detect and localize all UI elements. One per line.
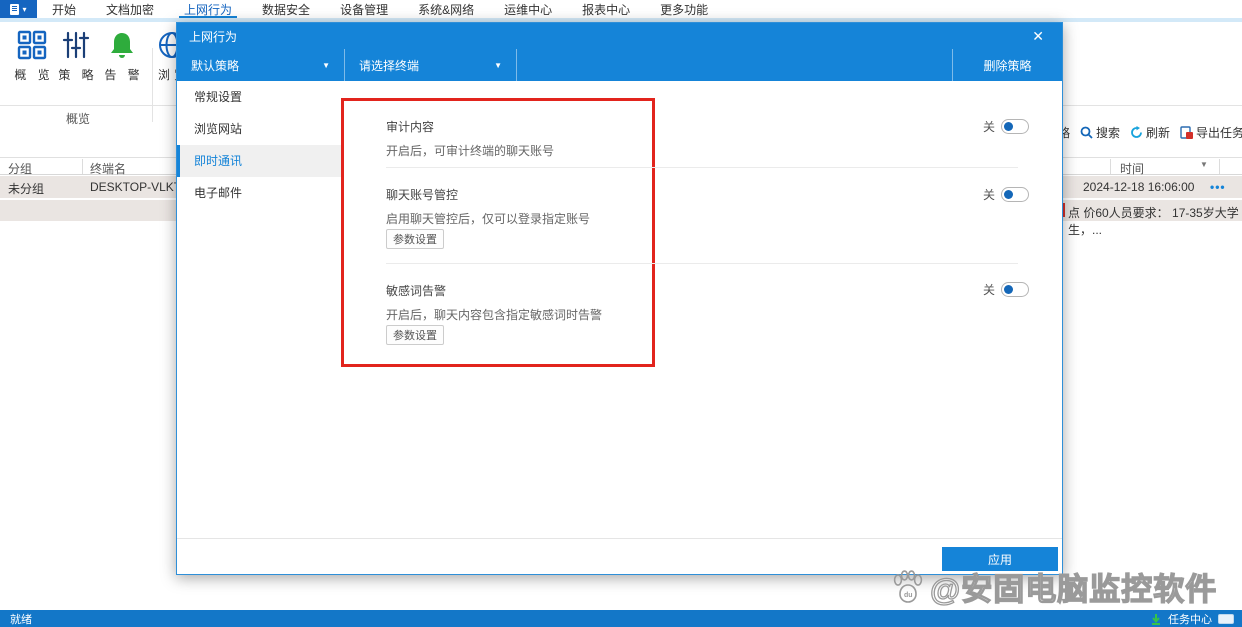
search-icon xyxy=(1080,126,1093,139)
ribbon-button-policy[interactable]: 策 略 xyxy=(52,28,100,83)
policy-dropdown[interactable]: 默认策略 ▼ xyxy=(177,49,345,81)
column-separator xyxy=(1219,159,1220,174)
apply-button[interactable]: 应用 xyxy=(942,547,1058,571)
ribbon-divider xyxy=(152,48,153,122)
column-header-terminal[interactable]: 终端名 xyxy=(90,160,126,177)
ribbon-button-alert[interactable]: 告 警 xyxy=(98,28,146,83)
chevron-down-icon: ▼ xyxy=(322,60,330,70)
chevron-down-icon: ▾ xyxy=(22,4,27,14)
toggle-knob xyxy=(1004,285,1014,294)
column-separator xyxy=(1110,159,1111,174)
dialog-footer-separator xyxy=(177,538,1062,539)
download-arrow-icon xyxy=(1152,613,1160,625)
row-group-cell: 未分组 xyxy=(8,182,45,196)
toggle-switch[interactable] xyxy=(1001,282,1030,297)
toggle-audit-content: 关 xyxy=(983,118,1030,135)
export-tasks-icon xyxy=(1180,125,1194,139)
toggle-state-label: 关 xyxy=(983,283,996,297)
section-title-sensitive-word-alert: 敏感词告警 xyxy=(386,284,447,298)
ribbon-group-label: 概览 xyxy=(65,112,90,126)
app-document-icon xyxy=(10,3,20,15)
status-bar: 就绪 任务中心 xyxy=(0,610,1242,627)
app-menu-button[interactable]: ▾ xyxy=(0,0,37,18)
row-detail-cell: 点 价60人员要求： 17-35岁大学生，... xyxy=(1068,206,1239,237)
toggle-knob xyxy=(1004,190,1014,199)
ribbon-button-overview[interactable]: 概 览 xyxy=(8,28,56,83)
delete-policy-button[interactable]: 删除策略 xyxy=(952,49,1062,81)
search-button[interactable]: 搜索 xyxy=(1080,124,1120,141)
section-desc-chat-account-control: 启用聊天管控后，仅可以登录指定账号 xyxy=(386,212,591,226)
dialog-title-bar: 上网行为 ✕ xyxy=(177,23,1062,49)
param-settings-button[interactable]: 参数设置 xyxy=(386,229,444,249)
refresh-button[interactable]: 刷新 xyxy=(1130,124,1170,141)
toggle-state-label: 关 xyxy=(983,120,996,134)
red-caret-mark xyxy=(1063,203,1065,217)
overview-grid-icon xyxy=(8,28,56,62)
ribbon-label-policy: 策 略 xyxy=(58,68,98,82)
alert-bell-icon xyxy=(98,28,146,62)
ribbon-label-overview: 概 览 xyxy=(14,68,54,82)
section-separator xyxy=(386,263,1018,264)
toggle-switch[interactable] xyxy=(1001,187,1030,202)
close-icon[interactable]: ✕ xyxy=(1026,29,1050,43)
policy-sliders-icon xyxy=(52,28,100,62)
ribbon-label-alert: 告 警 xyxy=(104,68,144,82)
toggle-knob xyxy=(1004,122,1014,131)
svg-text:du: du xyxy=(904,592,913,599)
menu-item-start[interactable]: 开始 xyxy=(37,0,91,18)
section-desc-audit-content: 开启后，可审计终端的聊天账号 xyxy=(386,144,555,158)
refresh-icon xyxy=(1131,125,1142,138)
toggle-chat-account-control: 关 xyxy=(983,186,1030,203)
param-settings-button[interactable]: 参数设置 xyxy=(386,325,444,345)
background-toolbar: 略 搜索 刷新 导出任务 xyxy=(1058,123,1242,141)
sort-caret-icon[interactable]: ▼ xyxy=(1200,160,1208,169)
menu-bar: ▾ 开始 文档加密 上网行为 数据安全 设备管理 系统&网络 运维中心 报表中心… xyxy=(0,0,1242,18)
dialog-title: 上网行为 xyxy=(189,29,238,44)
menu-item-system-network[interactable]: 系统&网络 xyxy=(403,0,489,18)
dialog-sidebar: 常规设置 浏览网站 即时通讯 电子邮件 xyxy=(177,81,342,574)
section-title-audit-content: 审计内容 xyxy=(386,120,435,134)
menu-item-more[interactable]: 更多功能 xyxy=(645,0,723,18)
status-ready-label: 就绪 xyxy=(10,613,32,626)
menu-item-internet-behavior[interactable]: 上网行为 xyxy=(169,0,247,18)
column-header-time[interactable]: 时间 xyxy=(1120,160,1144,177)
section-desc-sensitive-word-alert: 开启后，聊天内容包含指定敏感词时告警 xyxy=(386,308,603,322)
section-separator xyxy=(386,167,1018,168)
section-title-chat-account-control: 聊天账号管控 xyxy=(386,188,459,202)
menu-item-ops-center[interactable]: 运维中心 xyxy=(489,0,567,18)
chevron-down-icon: ▼ xyxy=(494,60,502,70)
menu-item-doc-encrypt[interactable]: 文档加密 xyxy=(91,0,169,18)
toggle-switch[interactable] xyxy=(1001,119,1030,134)
toggle-sensitive-word-alert: 关 xyxy=(983,281,1030,298)
dialog-body: 常规设置 浏览网站 即时通讯 电子邮件 审计内容 开启后，可审计终端的聊天账号 … xyxy=(177,81,1062,574)
row-more-button[interactable]: ••• xyxy=(1210,180,1226,194)
sidebar-item-browse-web[interactable]: 浏览网站 xyxy=(177,113,342,145)
sidebar-item-general[interactable]: 常规设置 xyxy=(177,81,342,113)
toggle-state-label: 关 xyxy=(983,188,996,202)
sidebar-item-email[interactable]: 电子邮件 xyxy=(177,177,342,209)
menu-item-report-center[interactable]: 报表中心 xyxy=(567,0,645,18)
menu-item-device-mgmt[interactable]: 设备管理 xyxy=(325,0,403,18)
menu-item-data-security[interactable]: 数据安全 xyxy=(247,0,325,18)
internet-behavior-dialog: 上网行为 ✕ 默认策略 ▼ 请选择终端 ▼ 删除策略 常规设置 浏览网站 即时通… xyxy=(176,22,1063,575)
export-tasks-button[interactable]: 导出任务 xyxy=(1180,124,1242,141)
task-center-button[interactable]: 任务中心 xyxy=(1168,611,1212,627)
column-header-group[interactable]: 分组 xyxy=(8,160,32,177)
input-method-icon[interactable] xyxy=(1218,613,1234,624)
dialog-toolbar: 默认策略 ▼ 请选择终端 ▼ 删除策略 xyxy=(177,49,1062,81)
terminal-dropdown[interactable]: 请选择终端 ▼ xyxy=(345,49,517,81)
sidebar-item-instant-messaging[interactable]: 即时通讯 xyxy=(177,145,342,177)
row-time-cell: 2024-12-18 16:06:00 xyxy=(1083,180,1195,194)
column-separator xyxy=(82,159,83,174)
